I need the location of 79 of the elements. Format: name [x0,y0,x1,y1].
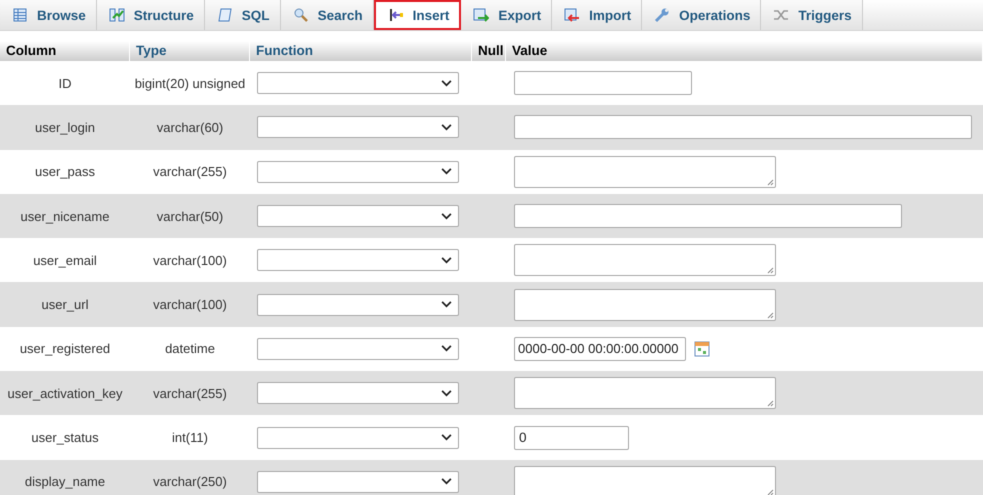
function-dropdown[interactable] [257,338,459,360]
function-dropdown[interactable] [257,72,459,94]
function-dropdown[interactable] [257,205,459,228]
table-cell-text: display_name [24,474,106,490]
calendar-icon[interactable] [694,340,710,357]
value-field[interactable]: 0000-00-00 00:00:00.00000 [514,336,686,361]
export-icon [473,7,490,23]
table-cell-text: varchar(250) [152,474,228,490]
value-textarea[interactable] [514,466,776,495]
value-field[interactable] [514,115,972,140]
tab[interactable]: Export [461,0,552,30]
tab[interactable]: Operations [642,0,762,30]
function-dropdown[interactable] [257,426,459,449]
table-cell-text: user_url [40,297,90,312]
function-dropdown[interactable] [257,470,459,493]
column-header: Value [506,41,983,61]
table-cell-text: varchar(50) [156,208,224,224]
chevron-icon [441,212,452,220]
table-cell-text: varchar(255) [152,386,228,401]
function-dropdown[interactable] [257,249,459,272]
import-icon [564,7,580,23]
chevron-icon [441,80,452,87]
column-header: Null [472,41,506,61]
resize-grip-icon[interactable] [766,399,774,408]
function-dropdown[interactable] [257,294,459,316]
wrench-icon [654,7,670,23]
column-header: Column [0,41,130,61]
table-icon [12,7,28,23]
value-textarea[interactable] [514,288,776,321]
table-cell-text: ID [58,76,72,91]
chevron-icon [441,256,452,264]
chevron-icon [441,345,452,352]
table-cell-text: varchar(100) [152,252,228,268]
value-field[interactable] [514,71,692,96]
chevron-icon [441,124,452,131]
tab[interactable]: SQL [204,0,281,30]
shuffle-icon [773,7,790,23]
table-cell-text: user_nicename [20,208,110,224]
table-cell-text: user_login [34,120,96,135]
chevron-icon [441,390,452,397]
tab[interactable]: Browse [0,0,97,30]
tab[interactable]: Insert [374,0,462,30]
table-cell-text: varchar(255) [152,164,228,180]
chevron-icon [441,168,452,176]
tab[interactable]: Search [280,0,374,30]
table-cell-text: varchar(100) [152,297,228,312]
function-dropdown[interactable] [257,160,459,183]
chevron-icon [441,434,452,442]
resize-grip-icon[interactable] [766,178,774,186]
chevron-icon [441,478,452,486]
value-textarea[interactable] [514,244,776,276]
table-cell-text: bigint(20) unsigned [134,76,246,91]
scroll-icon [216,7,233,23]
column-header: Function [250,41,472,61]
structure-icon [108,7,125,23]
table-cell-text: user_email [32,252,98,268]
column-header: Type [130,41,250,61]
value-textarea[interactable] [514,156,776,188]
table-cell-text: user_status [30,430,100,446]
chevron-icon [441,301,452,308]
table-cell-text: user_pass [34,164,96,180]
value-field[interactable] [514,204,902,228]
table-cell-text: user_registered [18,341,112,356]
function-dropdown[interactable] [257,382,459,404]
resize-grip-icon[interactable] [766,266,774,274]
insert-icon [388,7,404,23]
value-field[interactable]: 0 [514,426,629,450]
tab[interactable]: Structure [96,0,205,30]
resize-grip-icon[interactable] [766,310,774,319]
value-textarea[interactable] [514,377,776,410]
function-dropdown[interactable] [257,116,459,138]
resize-grip-icon[interactable] [766,488,774,495]
search-icon [292,7,309,23]
table-cell-text: varchar(60) [156,120,224,135]
table-cell-text: user_activation_key [6,386,124,401]
table-cell-text: datetime [164,341,216,356]
table-cell-text: int(11) [171,430,209,446]
tab[interactable]: Triggers [761,0,863,30]
tab[interactable]: Import [552,0,642,30]
